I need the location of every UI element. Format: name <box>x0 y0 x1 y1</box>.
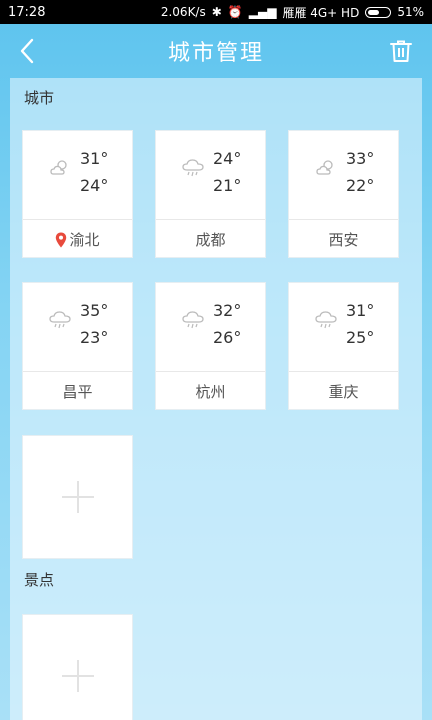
plus-icon <box>61 660 94 692</box>
cities-section-label: 城市 <box>24 89 55 107</box>
alarm-icon: ⏰ <box>227 5 243 19</box>
city-card-weather: 31° 24° <box>23 131 132 219</box>
city-low-temp: 23° <box>80 328 109 347</box>
city-management-panel: 城市 31° 24° 渝北 24° 21° 成都 33° 22° 西安 35° … <box>10 78 422 720</box>
city-card-hangzhou[interactable]: 32° 26° 杭州 <box>155 282 266 410</box>
net-speed: 2.06K/s <box>160 5 206 19</box>
partly-cloudy-icon <box>316 160 333 175</box>
battery-level: 51% <box>397 5 424 19</box>
chevron-left-icon <box>20 38 34 64</box>
status-right: 2.06K/s ✱ ⏰ ▂▄▆ 雁雁 4G+ HD 51% <box>161 4 424 21</box>
city-card-weather: 24° 21° <box>156 131 265 219</box>
city-card-xian[interactable]: 33° 22° 西安 <box>288 130 399 258</box>
city-card-weather: 31° 25° <box>289 283 398 371</box>
city-low-temp: 24° <box>80 176 109 195</box>
city-high-temp: 31° <box>346 301 375 320</box>
city-high-temp: 32° <box>213 301 242 320</box>
carrier-label: 雁雁 4G+ HD <box>282 5 360 20</box>
add-spot-button[interactable] <box>22 614 133 720</box>
rain-icon <box>182 311 204 329</box>
city-low-temp: 25° <box>346 328 375 347</box>
city-high-temp: 24° <box>213 149 242 168</box>
back-button[interactable] <box>10 34 44 68</box>
rain-icon <box>182 159 204 177</box>
city-card-chongqing[interactable]: 31° 25° 重庆 <box>288 282 399 410</box>
city-card-yubei[interactable]: 31° 24° 渝北 <box>22 130 133 258</box>
city-name: 昌平 <box>62 383 93 401</box>
city-card-name-row: 西安 <box>289 219 398 259</box>
delete-button[interactable] <box>384 34 418 68</box>
battery-icon <box>365 6 392 18</box>
page-title: 城市管理 <box>167 41 264 66</box>
city-card-name-row: 重庆 <box>289 371 398 411</box>
city-card-weather: 32° 26° <box>156 283 265 371</box>
city-name: 渝北 <box>69 231 100 249</box>
city-card-name-row: 昌平 <box>23 371 132 411</box>
location-pin-icon <box>55 232 67 248</box>
city-card-weather: 33° 22° <box>289 131 398 219</box>
city-high-temp: 35° <box>80 301 109 320</box>
partly-cloudy-icon <box>50 160 67 175</box>
bluetooth-icon: ✱ <box>211 5 222 19</box>
rain-icon <box>315 311 337 329</box>
add-city-button[interactable] <box>22 435 133 559</box>
city-high-temp: 33° <box>346 149 375 168</box>
rain-icon <box>49 311 71 329</box>
city-card-weather: 35° 23° <box>23 283 132 371</box>
city-name: 杭州 <box>195 383 226 401</box>
status-bar: 17:28 2.06K/s ✱ ⏰ ▂▄▆ 雁雁 4G+ HD 51% <box>0 0 432 24</box>
city-low-temp: 26° <box>213 328 242 347</box>
spots-section-label: 景点 <box>24 571 55 589</box>
trash-icon <box>390 40 412 62</box>
signal-icon: ▂▄▆ <box>248 5 277 19</box>
city-card-changping[interactable]: 35° 23° 昌平 <box>22 282 133 410</box>
city-card-name-row: 渝北 <box>23 219 132 259</box>
city-name: 重庆 <box>328 383 359 401</box>
city-card-chengdu[interactable]: 24° 21° 成都 <box>155 130 266 258</box>
city-card-name-row: 杭州 <box>156 371 265 411</box>
city-name: 成都 <box>195 231 226 249</box>
city-name: 西安 <box>328 231 359 249</box>
header: 城市管理 <box>0 24 432 78</box>
status-time: 17:28 <box>8 4 46 20</box>
city-low-temp: 21° <box>213 176 242 195</box>
city-high-temp: 31° <box>80 149 109 168</box>
city-card-name-row: 成都 <box>156 219 265 259</box>
plus-icon <box>61 481 94 513</box>
city-low-temp: 22° <box>346 176 375 195</box>
